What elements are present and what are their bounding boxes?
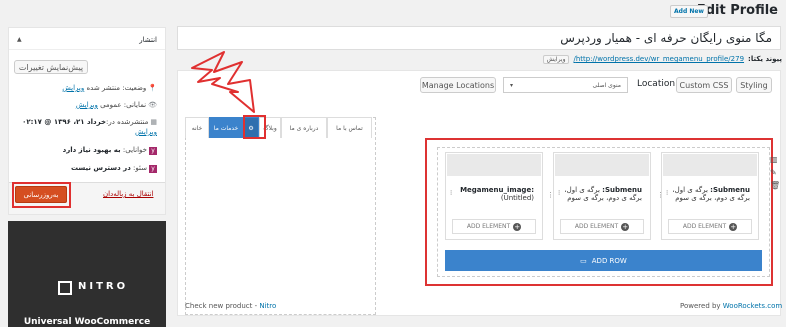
plus-icon: + (513, 222, 522, 231)
nitro-tagline: Universal WooCommerce (23, 317, 151, 327)
styling-button[interactable]: Styling (736, 77, 772, 93)
add-element-button[interactable]: ADD ELEMENT + (668, 219, 752, 234)
pin-icon: 📍 (148, 84, 157, 92)
footer-right: Powered by WooRockets.com (680, 302, 783, 310)
add-element-button[interactable]: ADD ELEMENT + (452, 219, 536, 234)
custom-css-button[interactable]: Custom CSS (676, 77, 732, 93)
footer-left: Check new product - Nitro (185, 302, 277, 310)
add-row-button[interactable]: ▭ ADD ROW (445, 250, 762, 271)
published-date-line: ▦منتشرشده در:خرداد ۲۱، ۱۳۹۶ @ ۰۲:۱۷ ویرای… (22, 118, 157, 136)
status-line: 📍وضعیت: منتشر شده ویرایش (62, 84, 157, 92)
plus-icon: + (621, 222, 630, 231)
nitro-logo-icon (58, 281, 72, 295)
gear-highlight-box (243, 115, 266, 139)
add-new-button[interactable]: Add New (670, 5, 708, 18)
permalink-label: پیوند یکتا: (748, 55, 782, 63)
column-resize-handle[interactable]: ⋮ (657, 191, 664, 199)
visibility-edit-link[interactable]: ویرایش (76, 101, 98, 109)
menu-tabs: خانه خدمات ما ⚙ وبلاگ درباره ی ما تماس ب… (185, 117, 372, 138)
manage-locations-button[interactable]: Manage Locations (420, 77, 496, 93)
column-header (555, 154, 649, 176)
drag-handle-icon[interactable]: ⁞ (666, 189, 668, 197)
calendar-icon: ▦ (150, 118, 157, 126)
woorockets-link[interactable]: WooRockets.com (723, 302, 782, 310)
row-icon: ▭ (580, 256, 587, 265)
menu-column[interactable]: ⁞ Megamenu_image: (Untitled) ADD ELEMENT… (445, 152, 543, 240)
column-element[interactable]: Megamenu_image: (Untitled) (454, 186, 534, 210)
eye-icon: 👁 (148, 101, 157, 109)
publish-title: انتشار (139, 36, 157, 44)
column-resize-handle[interactable]: ⋮ (547, 191, 554, 199)
add-element-button[interactable]: ADD ELEMENT + (560, 219, 644, 234)
nitro-brand: NITRO (78, 281, 129, 292)
trash-icon[interactable]: 🗑 (770, 181, 780, 194)
date-edit-link[interactable]: ویرایش (135, 128, 157, 136)
columns-icon[interactable]: ▥ (770, 155, 780, 168)
page-title: Edit Profile (696, 3, 778, 18)
location-label: Location (637, 79, 676, 89)
tab-contact[interactable]: تماس با ما (327, 117, 372, 138)
status-edit-link[interactable]: ویرایش (62, 84, 84, 92)
drag-handle-icon[interactable]: ⁞ (558, 189, 560, 197)
column-element[interactable]: Submenu: برگه ی اول، برگه ی دوم، برگه ی … (562, 186, 642, 210)
drag-handle-icon[interactable]: ⁞ (450, 189, 452, 197)
permalink-edit-button[interactable]: ویرایش (542, 54, 570, 64)
permalink-row: پیوند یکتا: http://wordpress.dev/wr_mega… (540, 53, 782, 65)
seo-line: yسئو: در دسترس نیست (9, 163, 157, 173)
nitro-link[interactable]: Nitro (259, 302, 276, 310)
visibility-line: 👁نمایانی: عمومی ویرایش (75, 101, 157, 109)
menu-column[interactable]: ⁞ Submenu: برگه ی اول، برگه ی دوم، برگه … (553, 152, 651, 240)
move-to-trash-link[interactable]: انتقال به زباله‌دان (103, 190, 153, 198)
permalink-url[interactable]: http://wordpress.dev/wr_megamenu_profile… (573, 55, 744, 63)
yoast-icon: y (149, 147, 157, 155)
plus-icon: + (729, 222, 738, 231)
menu-drop-area (185, 117, 376, 315)
tab-home[interactable]: خانه (185, 117, 209, 138)
yoast-icon: y (149, 165, 157, 173)
lightning-arrow-icon (191, 51, 255, 113)
column-element[interactable]: Submenu: برگه ی اول، برگه ی دوم، برگه ی … (670, 186, 750, 210)
edit-icon[interactable]: ✎ (770, 168, 780, 181)
nitro-ad-banner[interactable]: NITRO Universal WooCommerce (8, 221, 166, 327)
location-select[interactable]: منوی اصلی ▾ (503, 77, 628, 93)
column-header (663, 154, 757, 176)
tab-services[interactable]: خدمات ما (209, 117, 243, 138)
tab-about[interactable]: درباره ی ما (281, 117, 327, 138)
row-tools: ▥ ✎ 🗑 (770, 155, 780, 194)
post-title-input[interactable]: مگا منوی رایگان حرفه ای - همیار وردپرس (177, 26, 781, 50)
menu-column[interactable]: ⁞ Submenu: برگه ی اول، برگه ی دوم، برگه … (661, 152, 759, 240)
column-header (447, 154, 541, 176)
readability-line: yخوانایی: به بهبود نیاز دارد (9, 145, 157, 155)
chevron-down-icon: ▾ (510, 82, 514, 89)
publish-box-header[interactable]: انتشار ▲ (9, 28, 165, 50)
caret-up-icon[interactable]: ▲ (17, 36, 22, 43)
update-button[interactable]: به‌روزرسانی (15, 186, 67, 203)
preview-changes-button[interactable]: پیش‌نمایش تغییرات (14, 60, 88, 74)
